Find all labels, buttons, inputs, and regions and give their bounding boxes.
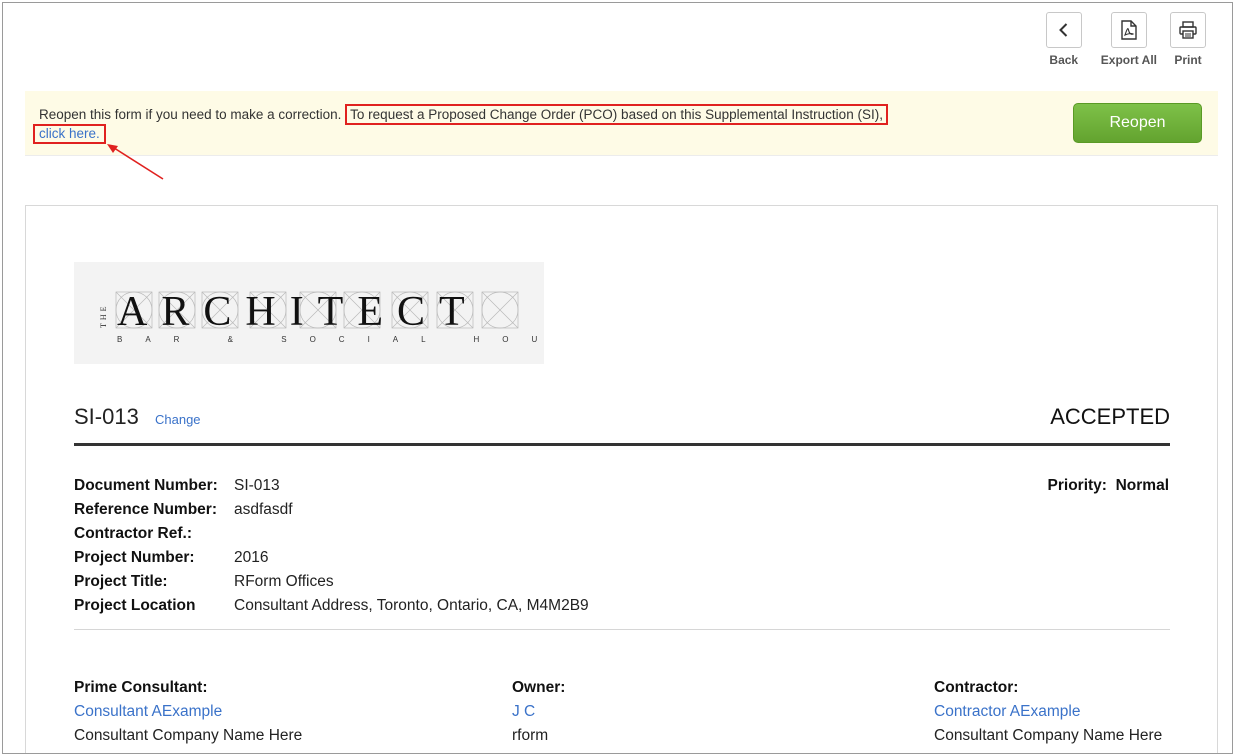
export-icon-box[interactable] <box>1110 12 1147 48</box>
click-here-link[interactable]: click here. <box>39 126 100 141</box>
notice-text: Reopen this form if you need to make a c… <box>39 104 919 125</box>
party-company: Consultant Company Name Here <box>934 727 1163 744</box>
field-row: Project Location Consultant Address, Tor… <box>74 594 589 618</box>
document-header: SI-013 Change ACCEPTED <box>74 400 1170 446</box>
party-contact-link[interactable]: J C <box>512 700 565 724</box>
field-value: asdfasdf <box>234 501 293 518</box>
party-owner: Owner: J C rform <box>512 676 565 748</box>
field-label: Project Title: <box>74 573 168 590</box>
print-button[interactable]: Print <box>1170 12 1206 67</box>
field-value: 2016 <box>234 549 269 566</box>
party-contractor: Contractor: Contractor AExample Consulta… <box>934 676 1162 748</box>
pco-request-highlight: To request a Proposed Change Order (PCO)… <box>345 104 888 125</box>
section-divider <box>74 629 1170 630</box>
party-contact-link[interactable]: Contractor AExample <box>934 700 1162 724</box>
field-label: Project Number: <box>74 549 195 566</box>
field-label: Reference Number: <box>74 501 217 518</box>
change-link[interactable]: Change <box>155 412 201 427</box>
back-icon-box[interactable] <box>1045 12 1082 48</box>
party-role: Owner: <box>512 679 566 696</box>
back-label: Back <box>1049 53 1079 67</box>
app-frame: Back Export All Print Reopen this form i… <box>2 2 1233 754</box>
field-row: Document Number: SI-013 <box>74 474 589 498</box>
field-row: Project Number: 2016 <box>74 546 589 570</box>
field-value: SI-013 <box>234 477 280 494</box>
svg-text:ARCHITECT: ARCHITECT <box>117 289 479 335</box>
pdf-file-icon <box>1121 20 1137 40</box>
reopen-notice-bar: Reopen this form if you need to make a c… <box>25 91 1218 156</box>
party-contact-link[interactable]: Consultant AExample <box>74 700 302 724</box>
click-here-highlight: click here. <box>33 124 106 144</box>
field-label: Contractor Ref.: <box>74 525 192 542</box>
field-row: Project Title: RForm Offices <box>74 570 589 594</box>
field-value: RForm Offices <box>234 573 334 590</box>
party-company: rform <box>512 727 549 744</box>
back-button[interactable]: Back <box>1040 12 1088 67</box>
field-value: Consultant Address, Toronto, Ontario, CA… <box>234 597 589 614</box>
toolbar: Back Export All Print <box>1040 12 1206 67</box>
priority: Priority: Normal <box>1048 474 1169 498</box>
field-label: Project Location <box>74 597 196 614</box>
party-role: Contractor: <box>934 679 1019 696</box>
print-icon-box[interactable] <box>1170 12 1206 48</box>
architect-logo-image: THE ARCHITECT BAR & SOCIAL HOUSE <box>99 289 594 344</box>
annotation-arrow-icon <box>107 144 164 180</box>
company-logo: THE ARCHITECT BAR & SOCIAL HOUSE <box>74 262 594 364</box>
field-label: Document Number: <box>74 477 218 494</box>
party-role: Prime Consultant: <box>74 679 208 696</box>
export-all-button[interactable]: Export All <box>1101 12 1157 67</box>
document-id: SI-013 <box>74 404 139 429</box>
party-company: Consultant Company Name Here <box>74 727 303 744</box>
print-label: Print <box>1174 53 1202 67</box>
printer-icon <box>1179 21 1197 39</box>
chevron-left-icon <box>1058 23 1067 37</box>
svg-text:THE: THE <box>99 303 108 328</box>
field-row: Contractor Ref.: <box>74 522 589 546</box>
notice-text-part1: Reopen this form if you need to make a c… <box>39 107 342 122</box>
priority-label: Priority: <box>1047 477 1107 494</box>
status-badge: ACCEPTED <box>1050 404 1170 429</box>
document-card: THE ARCHITECT BAR & SOCIAL HOUSE SI-013 … <box>25 205 1218 753</box>
party-prime-consultant: Prime Consultant: Consultant AExample Co… <box>74 676 302 748</box>
export-all-label: Export All <box>1100 53 1157 67</box>
field-row: Reference Number: asdfasdf <box>74 498 589 522</box>
svg-text:BAR & SOCIAL HOUSE: BAR & SOCIAL HOUSE <box>117 335 544 344</box>
document-fields: Document Number: SI-013 Reference Number… <box>74 474 589 618</box>
priority-value: Normal <box>1115 477 1169 494</box>
reopen-button[interactable]: Reopen <box>1073 103 1202 143</box>
